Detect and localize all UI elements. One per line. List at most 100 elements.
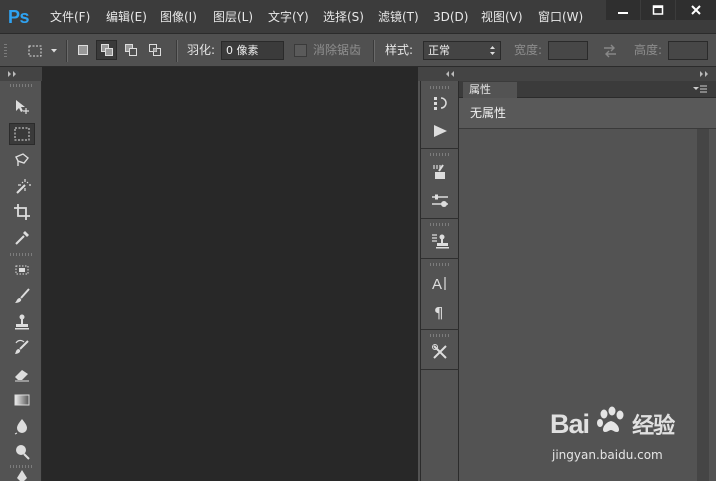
watermark-jingyan: 经验: [632, 414, 675, 439]
tool-preset-picker[interactable]: [24, 40, 46, 62]
style-select-value: 正常: [428, 44, 450, 57]
spot-healing-brush-tool-icon: [15, 265, 29, 275]
dock-grip[interactable]: [430, 223, 450, 226]
brush-tool-icon: [15, 288, 30, 303]
subtract-from-selection-button[interactable]: [122, 41, 140, 59]
paragraph-panel-button[interactable]: ¶: [429, 302, 451, 322]
svg-text:A: A: [432, 276, 442, 292]
watermark-brand: Bai: [550, 409, 590, 439]
blur-tool-icon: [14, 419, 27, 435]
brush-tool[interactable]: [9, 285, 35, 307]
eraser-tool-icon: [15, 370, 29, 382]
divider: [373, 40, 375, 62]
dock-grip[interactable]: [430, 86, 450, 89]
maximize-button[interactable]: [641, 0, 675, 20]
spot-healing-brush-tool[interactable]: [9, 259, 35, 281]
divider: [176, 40, 178, 62]
height-input[interactable]: [668, 41, 708, 60]
dodge-tool[interactable]: [9, 441, 35, 463]
subtract-from-selection-icon: [125, 44, 137, 56]
actions-panel-button[interactable]: [429, 121, 451, 141]
menu-select[interactable]: 选择(S): [323, 9, 364, 25]
feather-label: 羽化:: [187, 43, 216, 57]
panel-icon-dock: A ¶: [420, 81, 459, 481]
gradient-tool[interactable]: [9, 389, 35, 411]
move-tool-icon: [16, 100, 29, 114]
menu-file[interactable]: 文件(F): [50, 9, 90, 25]
tools-panel-grip[interactable]: [10, 84, 32, 87]
menu-window[interactable]: 窗口(W): [538, 9, 583, 25]
menu-image[interactable]: 图像(I): [160, 9, 197, 25]
tools-panel: [0, 67, 42, 481]
style-select[interactable]: 正常: [423, 41, 501, 60]
history-icon: [434, 97, 447, 110]
expand-right-arrows-icon[interactable]: [700, 71, 709, 77]
add-to-selection-button[interactable]: [96, 40, 117, 60]
options-bar-grip[interactable]: [4, 44, 7, 58]
clone-stamp-tool-icon: [15, 314, 29, 330]
no-properties-label: 无属性: [470, 106, 507, 120]
maximize-icon: [652, 5, 664, 15]
menu-layer[interactable]: 图层(L): [213, 9, 253, 25]
new-selection-button[interactable]: [74, 41, 92, 59]
clone-stamp-tool[interactable]: [9, 311, 35, 333]
collapse-left-arrows-icon[interactable]: [446, 71, 455, 77]
close-button[interactable]: [676, 0, 716, 20]
panel-menu-icon[interactable]: [693, 85, 707, 93]
menu-bar: Ps 文件(F) 编辑(E) 图像(I) 图层(L) 文字(Y) 选择(S) 滤…: [0, 0, 716, 33]
new-selection-icon: [78, 45, 88, 55]
minimize-button[interactable]: [606, 0, 640, 20]
menu-edit[interactable]: 编辑(E): [106, 9, 147, 25]
tool-presets-panel-button[interactable]: [429, 342, 451, 362]
menu-3d[interactable]: 3D(D): [433, 9, 468, 25]
pen-tool[interactable]: [9, 469, 35, 481]
chevron-down-icon[interactable]: [50, 48, 58, 54]
rectangular-marquee-tool[interactable]: [9, 123, 35, 145]
brush-presets-icon: [433, 164, 445, 179]
magic-wand-tool[interactable]: [9, 175, 35, 197]
width-label: 宽度:: [514, 43, 543, 57]
dock-divider: [421, 369, 459, 370]
adjustments-panel-button[interactable]: [429, 191, 451, 211]
marquee-preset-icon: [28, 45, 42, 57]
tools-panel-header: [0, 67, 42, 81]
crop-tool-icon: [14, 204, 30, 220]
properties-header: 无属性: [459, 98, 716, 129]
brush-presets-panel-button[interactable]: [429, 162, 451, 182]
antialias-checkbox[interactable]: [294, 44, 307, 57]
dock-divider: [421, 329, 459, 330]
tools-crossed-icon: [432, 344, 447, 359]
play-icon: [434, 125, 447, 137]
character-panel-button[interactable]: A: [429, 273, 451, 293]
rectangular-marquee-tool-icon: [14, 127, 30, 141]
canvas-area[interactable]: [42, 67, 418, 481]
svg-text:¶: ¶: [434, 304, 444, 321]
lasso-tool[interactable]: [9, 149, 35, 171]
eraser-tool[interactable]: [9, 363, 35, 385]
menu-filter[interactable]: 滤镜(T): [378, 9, 419, 25]
expand-arrows-icon[interactable]: [8, 71, 17, 77]
blur-tool[interactable]: [9, 415, 35, 437]
dock-grip[interactable]: [430, 334, 450, 337]
dock-grip[interactable]: [430, 263, 450, 266]
move-tool[interactable]: [9, 96, 35, 118]
history-brush-tool[interactable]: [9, 337, 35, 359]
menu-view[interactable]: 视图(V): [481, 9, 523, 25]
dock-grip[interactable]: [430, 153, 450, 156]
history-panel-button[interactable]: [429, 93, 451, 113]
feather-input[interactable]: 0 像素: [221, 41, 284, 60]
eyedropper-tool[interactable]: [9, 227, 35, 249]
panel-tab-bar: 属性: [459, 81, 716, 98]
tab-properties[interactable]: 属性: [463, 82, 517, 98]
crop-tool[interactable]: [9, 201, 35, 223]
swap-width-height-icon[interactable]: [602, 44, 618, 58]
clone-source-panel-button[interactable]: [429, 231, 451, 251]
width-input[interactable]: [548, 41, 588, 60]
dock-header: [418, 67, 716, 81]
character-icon: A: [432, 276, 446, 292]
style-label: 样式:: [385, 43, 414, 57]
dock-divider: [421, 148, 459, 149]
menu-type[interactable]: 文字(Y): [268, 9, 309, 25]
intersect-selection-button[interactable]: [146, 41, 164, 59]
sliders-icon: [432, 194, 448, 207]
